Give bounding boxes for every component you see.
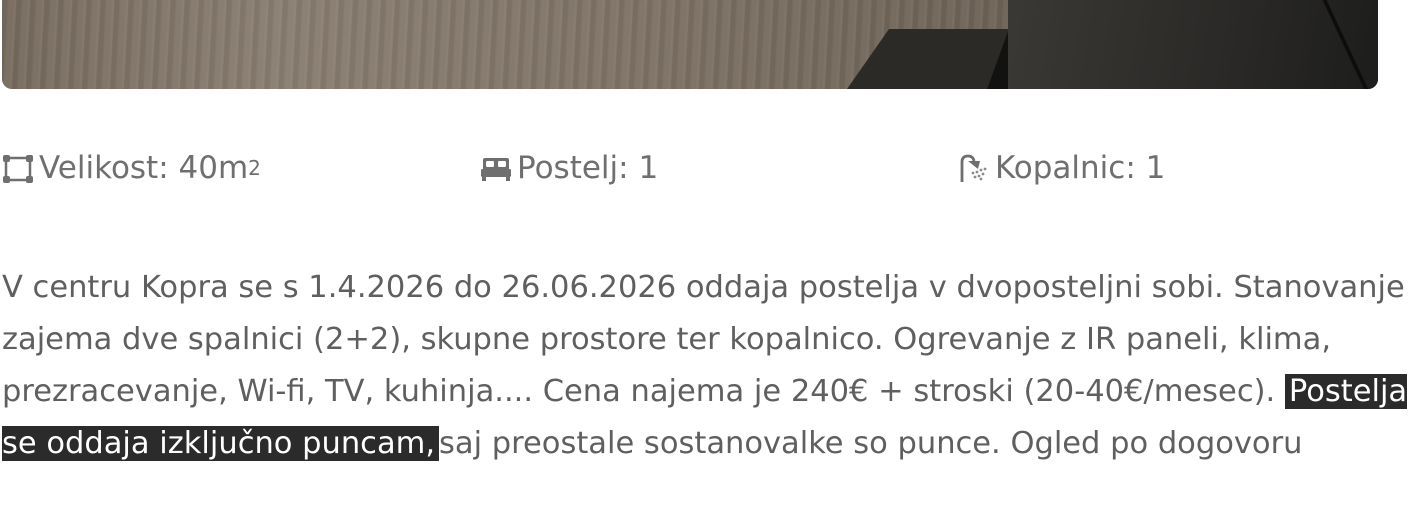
photo-wall: [1008, 0, 1378, 89]
feature-bathrooms-label: Kopalnic: 1: [995, 150, 1166, 186]
description-text: V centru Kopra se s 1.4.2026 do 26.06.20…: [2, 270, 1405, 409]
listing-features: Velikost: 40m 2 Postelj: 1 Kopalnic: 1: [0, 150, 1414, 200]
feature-beds: Postelj: 1: [480, 150, 658, 186]
feature-beds-label: Postelj: 1: [517, 150, 659, 186]
feature-size: Velikost: 40m 2: [2, 150, 261, 186]
bed-icon: [480, 152, 512, 184]
listing-photo[interactable]: [2, 0, 1378, 89]
feature-size-label: Velikost: 40m: [39, 150, 249, 186]
listing-description: V centru Kopra se s 1.4.2026 do 26.06.20…: [2, 262, 1412, 470]
feature-bathrooms: Kopalnic: 1: [958, 150, 1165, 186]
shower-icon: [958, 152, 990, 184]
description-text-end: saj preostale sostanovalke so punce. Ogl…: [439, 426, 1303, 461]
area-icon: [2, 152, 34, 184]
